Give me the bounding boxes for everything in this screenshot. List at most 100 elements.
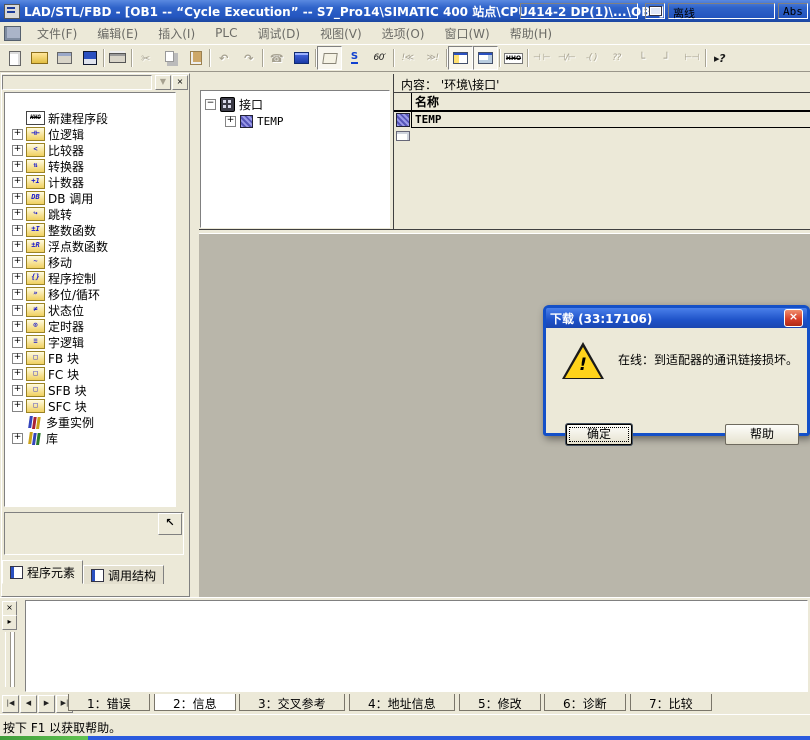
expand-box[interactable]: + bbox=[12, 433, 23, 444]
menu-insert[interactable]: 插入(I) bbox=[148, 23, 205, 44]
view-detail-toggle-button[interactable] bbox=[473, 46, 498, 70]
palette-item-counter[interactable]: + +1 计数器 bbox=[5, 174, 175, 190]
new-network-button[interactable] bbox=[501, 46, 526, 70]
expand-box[interactable]: + bbox=[12, 193, 23, 204]
interface-temp-row[interactable]: + TEMP bbox=[205, 113, 385, 130]
table-row[interactable]: TEMP bbox=[394, 112, 810, 128]
new-file-button[interactable] bbox=[2, 46, 27, 70]
palette-item-fc-blocks[interactable]: + □ FC 块 bbox=[5, 366, 175, 382]
expand-box[interactable]: + bbox=[12, 257, 23, 268]
coil-button[interactable]: -( ) bbox=[579, 46, 604, 70]
tab-diagnostics[interactable]: 6：诊断 bbox=[544, 694, 626, 711]
tab-scroll-first[interactable]: |◀ bbox=[2, 695, 19, 713]
help-cursor-button[interactable]: ▸? bbox=[707, 46, 732, 70]
palette-item-timer[interactable]: + ⊙ 定时器 bbox=[5, 318, 175, 334]
expand-box[interactable]: + bbox=[12, 337, 23, 348]
tab-call-structure[interactable]: 调用结构 bbox=[83, 565, 164, 584]
palette-item-multi-instance[interactable]: + 多重实例 bbox=[5, 414, 175, 430]
palette-item-float-fn[interactable]: + ±R 浮点数函数 bbox=[5, 238, 175, 254]
tab-scroll-next[interactable]: ▶ bbox=[38, 695, 55, 713]
output-message-area[interactable] bbox=[25, 600, 808, 692]
palette-item-converter[interactable]: + ⇅ 转换器 bbox=[5, 158, 175, 174]
menu-debug[interactable]: 调试(D) bbox=[247, 23, 310, 44]
dock-close-button[interactable]: × bbox=[2, 601, 17, 616]
plc-connect-button[interactable]: ☎ bbox=[264, 46, 289, 70]
pane-close-button[interactable]: × bbox=[172, 75, 188, 90]
dock-expand-button[interactable]: ▸ bbox=[2, 615, 17, 630]
expand-box[interactable]: + bbox=[12, 177, 23, 188]
print-button[interactable] bbox=[105, 46, 130, 70]
monitor-variable-button[interactable] bbox=[342, 46, 367, 70]
interface-root-row[interactable]: − 接口 bbox=[205, 96, 385, 113]
contact-nc-button[interactable]: ⊣/⊢ bbox=[554, 46, 579, 70]
palette-item-integer-fn[interactable]: + ±I 整数函数 bbox=[5, 222, 175, 238]
contact-no-button[interactable]: ⊣ ⊢ bbox=[529, 46, 554, 70]
expand-box[interactable]: + bbox=[225, 116, 236, 127]
palette-item-program-control[interactable]: + {} 程序控制 bbox=[5, 270, 175, 286]
palette-item-sfc-blocks[interactable]: + □ SFC 块 bbox=[5, 398, 175, 414]
tab-info[interactable]: 2：信息 bbox=[154, 694, 236, 711]
palette-item-move[interactable]: + ~ 移动 bbox=[5, 254, 175, 270]
expand-box[interactable]: + bbox=[12, 321, 23, 332]
expand-box[interactable]: + bbox=[12, 289, 23, 300]
expand-box[interactable]: + bbox=[12, 209, 23, 220]
expand-box[interactable]: + bbox=[12, 385, 23, 396]
menu-window[interactable]: 窗口(W) bbox=[434, 23, 499, 44]
open-file-button[interactable] bbox=[27, 46, 52, 70]
dialog-close-button[interactable]: × bbox=[784, 309, 803, 327]
cut-button[interactable]: ✂ bbox=[133, 46, 158, 70]
horizontal-splitter[interactable] bbox=[199, 229, 810, 234]
palette-item-fb-blocks[interactable]: + □ FB 块 bbox=[5, 350, 175, 366]
copy-button[interactable] bbox=[158, 46, 183, 70]
expand-box[interactable]: + bbox=[12, 353, 23, 364]
palette-item-sfb-blocks[interactable]: + □ SFB 块 bbox=[5, 382, 175, 398]
open-branch-button[interactable]: └ bbox=[629, 46, 654, 70]
pane-dropdown-button[interactable]: ▼ bbox=[155, 75, 171, 90]
tab-program-elements[interactable]: 程序元素 bbox=[2, 560, 83, 584]
palette-item-libraries[interactable]: + 库 bbox=[5, 430, 175, 446]
palette-item-shift-rotate[interactable]: + » 移位/循环 bbox=[5, 286, 175, 302]
close-branch-button[interactable]: ┘ bbox=[654, 46, 679, 70]
overview-toggle-button[interactable] bbox=[317, 46, 342, 70]
palette-item-new-network[interactable]: + HHO 新建程序段 bbox=[5, 110, 175, 126]
tab-compare[interactable]: 7：比较 bbox=[630, 694, 712, 711]
palette-item-word-logic[interactable]: + ≡ 字逻辑 bbox=[5, 334, 175, 350]
monitor-glasses-button[interactable]: 60′ bbox=[367, 46, 392, 70]
expand-box[interactable]: + bbox=[12, 241, 23, 252]
previous-error-button[interactable]: !≪ bbox=[395, 46, 420, 70]
tab-address-info[interactable]: 4：地址信息 bbox=[349, 694, 455, 711]
menu-file[interactable]: 文件(F) bbox=[27, 23, 87, 44]
palette-item-status-bits[interactable]: + ≠ 状态位 bbox=[5, 302, 175, 318]
palette-item-bit-logic[interactable]: + ⊣⊢ 位逻辑 bbox=[5, 126, 175, 142]
expand-box[interactable]: + bbox=[12, 129, 23, 140]
menu-view[interactable]: 视图(V) bbox=[310, 23, 372, 44]
rung-button[interactable]: ⊢⊣ bbox=[679, 46, 704, 70]
save-button[interactable] bbox=[77, 46, 102, 70]
download-button[interactable] bbox=[289, 46, 314, 70]
tab-scroll-prev[interactable]: ◀ bbox=[20, 695, 37, 713]
redo-button[interactable]: ↷ bbox=[236, 46, 261, 70]
palette-item-jump[interactable]: + ↪ 跳转 bbox=[5, 206, 175, 222]
expand-box[interactable]: + bbox=[12, 225, 23, 236]
palette-item-db-call[interactable]: + DB DB 调用 bbox=[5, 190, 175, 206]
dock-grip-handle[interactable] bbox=[5, 632, 11, 687]
menu-edit[interactable]: 编辑(E) bbox=[87, 23, 148, 44]
paste-button[interactable] bbox=[183, 46, 208, 70]
menu-options[interactable]: 选项(O) bbox=[372, 23, 435, 44]
expand-box[interactable]: + bbox=[12, 369, 23, 380]
menu-help[interactable]: 帮助(H) bbox=[500, 23, 562, 44]
palette-collapse-button[interactable]: ↖ bbox=[158, 513, 182, 535]
tab-cross-reference[interactable]: 3：交叉参考 bbox=[239, 694, 345, 711]
palette-item-comparator[interactable]: + < 比较器 bbox=[5, 142, 175, 158]
expand-box[interactable]: + bbox=[12, 145, 23, 156]
help-button[interactable]: 帮助 bbox=[725, 424, 799, 445]
view-overview-toggle-button[interactable] bbox=[448, 46, 473, 70]
expand-box[interactable]: + bbox=[12, 161, 23, 172]
undo-button[interactable]: ↶ bbox=[211, 46, 236, 70]
tab-errors[interactable]: 1：错误 bbox=[68, 694, 150, 711]
ok-button[interactable]: 确定 bbox=[566, 424, 632, 445]
empty-box-button[interactable]: ?? bbox=[604, 46, 629, 70]
table-row[interactable] bbox=[394, 128, 810, 144]
expand-box[interactable]: + bbox=[12, 305, 23, 316]
menu-plc[interactable]: PLC bbox=[205, 24, 247, 42]
